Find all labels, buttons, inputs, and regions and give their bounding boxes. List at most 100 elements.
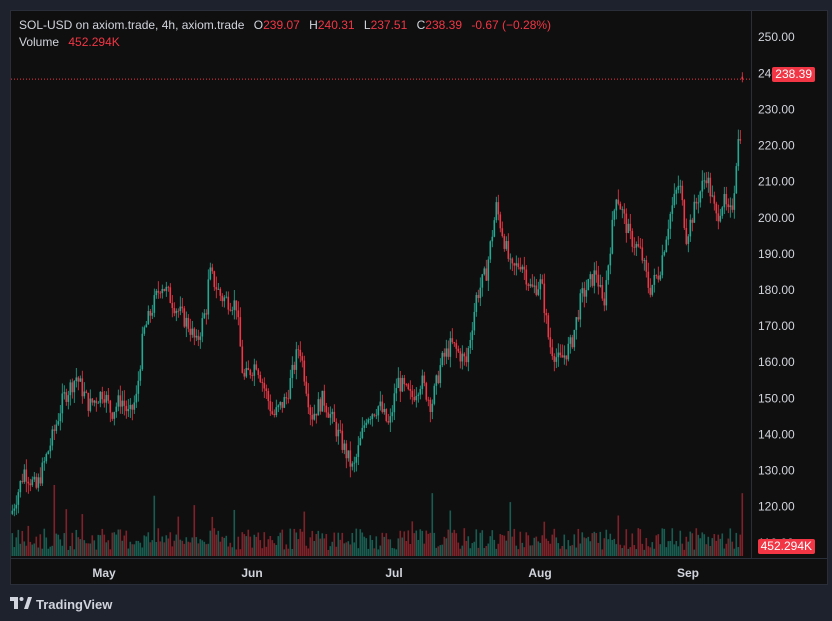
candle-body (233, 300, 236, 310)
volume-bar (425, 530, 428, 556)
candle-body (403, 377, 406, 385)
candle-body (513, 263, 516, 266)
volume-bar (233, 509, 236, 556)
candle-body (691, 219, 694, 223)
candle-body (117, 395, 120, 407)
candle-body (669, 213, 672, 229)
candle-body (579, 293, 582, 320)
candle-body (335, 421, 338, 437)
candle-body (223, 297, 226, 302)
candle-body (47, 451, 50, 454)
chart-legend: SOL-USD on axiom.trade, 4h, axiom.trade … (19, 17, 551, 51)
volume-bar (331, 541, 334, 556)
candle-body (565, 355, 568, 360)
candle-body (359, 438, 362, 446)
volume-bar (517, 549, 520, 556)
candle-body (133, 402, 136, 410)
volume-bar (189, 542, 192, 556)
candle-body (591, 274, 594, 286)
chart-panel[interactable]: 250.00240.00230.00220.00210.00200.00190.… (10, 10, 828, 585)
volume-bar (549, 543, 552, 556)
last-volume-tag: 452.294K (757, 539, 815, 554)
candle-body (155, 290, 158, 296)
ohlc-row: SOL-USD on axiom.trade, 4h, axiom.trade … (19, 17, 551, 34)
volume-bar (403, 531, 406, 556)
volume-bar (587, 536, 590, 556)
candlestick-chart[interactable]: 250.00240.00230.00220.00210.00200.00190.… (11, 11, 827, 584)
candle-body (111, 412, 114, 419)
x-tick-label: Sep (677, 566, 699, 580)
candle-body (725, 193, 728, 205)
volume-bar (423, 543, 426, 556)
candle-body (693, 201, 696, 223)
volume-bar (15, 537, 18, 556)
volume-bar (669, 540, 672, 556)
candle-body (341, 430, 344, 450)
volume-bar (75, 529, 78, 556)
volume-bar (717, 534, 720, 556)
candle-body (675, 189, 678, 194)
candle-body (443, 352, 446, 357)
candle-body (731, 205, 734, 210)
candle-body (165, 286, 168, 291)
candle-body (735, 166, 738, 194)
candle-body (227, 296, 230, 310)
candle-body (259, 375, 262, 382)
candle-body (327, 412, 330, 418)
candle-body (239, 317, 242, 347)
volume-bar (135, 540, 138, 556)
volume-bar (175, 534, 178, 556)
candle-body (677, 185, 680, 190)
tradingview-branding[interactable]: TradingView (10, 596, 112, 613)
candle-body (389, 416, 392, 423)
candle-body (85, 391, 88, 393)
volume-bar (723, 548, 726, 556)
candle-body (611, 219, 614, 254)
volume-bar (91, 535, 94, 556)
candle-body (253, 364, 256, 376)
volume-bar (53, 484, 56, 556)
candle-body (49, 445, 52, 452)
volume-bar (393, 548, 396, 556)
candle-body (11, 510, 14, 514)
volume-bar (235, 549, 238, 556)
candle-body (333, 411, 336, 422)
candle-body (419, 388, 422, 395)
volume-bar (151, 540, 154, 556)
volume-bar (279, 532, 282, 556)
volume-bar (451, 532, 454, 556)
volume-bar (421, 530, 424, 556)
candle-body (365, 422, 368, 426)
candle-body (431, 403, 434, 412)
volume-bar (237, 536, 240, 556)
candle-body (229, 309, 232, 311)
candle-body (91, 398, 94, 403)
volume-bar (705, 544, 708, 556)
volume-bar (613, 538, 616, 556)
candle-body (681, 185, 684, 201)
volume-bar (41, 548, 44, 556)
volume-bar (307, 548, 310, 556)
volume-bar (255, 536, 258, 556)
volume-bar (27, 525, 30, 556)
candle-body (63, 392, 66, 394)
volume-bar (707, 536, 710, 556)
candle-body (687, 236, 690, 244)
candle-body (247, 368, 250, 371)
volume-bar (71, 532, 74, 556)
candle-body (203, 313, 206, 319)
candle-body (469, 339, 472, 349)
volume-bar (101, 528, 104, 556)
volume-bar (447, 529, 450, 556)
candle-body (45, 453, 48, 462)
volume-bar (557, 543, 560, 556)
candle-body (395, 388, 398, 394)
open-value: 239.07 (263, 18, 300, 32)
volume-bar (537, 541, 540, 556)
candle-body (113, 411, 116, 419)
candle-body (199, 336, 202, 340)
volume-bar (93, 540, 96, 556)
candle-body (299, 349, 302, 357)
volume-bar (457, 542, 460, 556)
candle-body (537, 289, 540, 295)
